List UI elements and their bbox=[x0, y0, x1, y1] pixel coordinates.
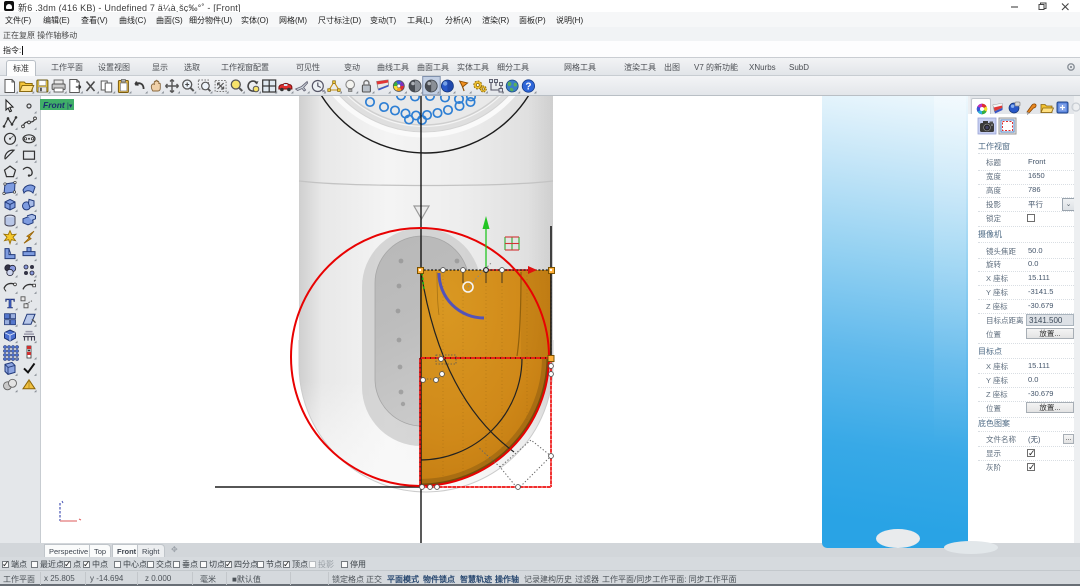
svg-text:Front: Front bbox=[43, 100, 66, 110]
svg-text:?: ? bbox=[525, 82, 531, 93]
svg-text:T: T bbox=[5, 297, 15, 312]
svg-text:|▾: |▾ bbox=[67, 103, 73, 110]
